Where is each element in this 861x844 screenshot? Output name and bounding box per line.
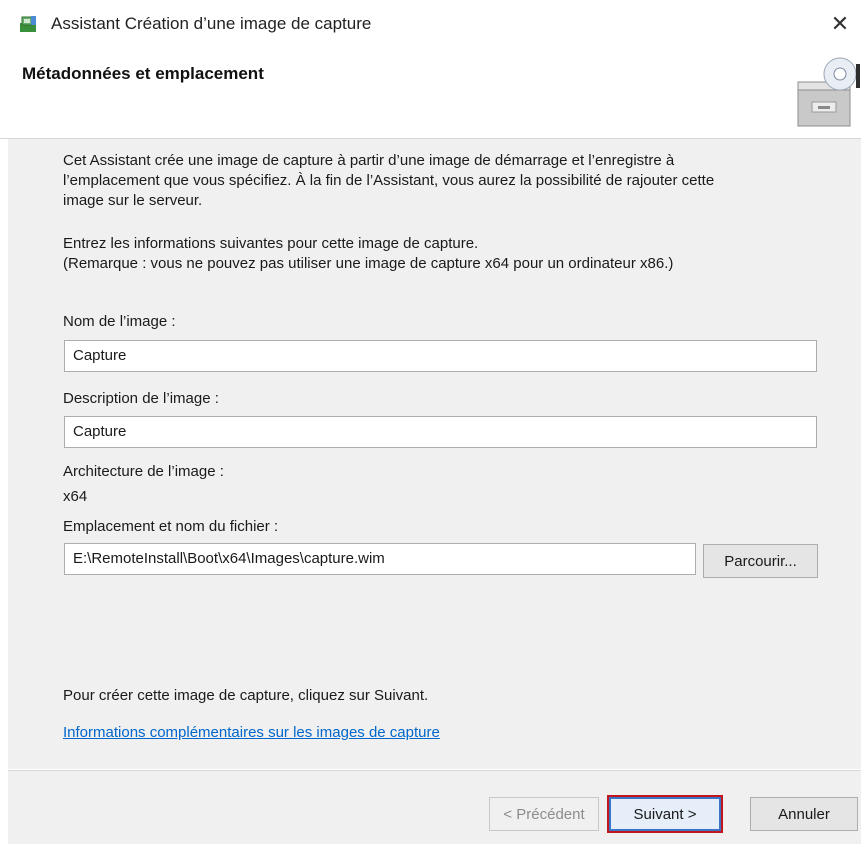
- previous-button[interactable]: < Précédent: [489, 797, 599, 831]
- window-title: Assistant Création d’une image de captur…: [51, 14, 372, 33]
- image-name-label: Nom de l’image :: [63, 313, 176, 330]
- wizard-footer: < Précédent Suivant > Annuler: [8, 770, 861, 844]
- close-icon[interactable]: ✕: [825, 10, 855, 38]
- next-button[interactable]: Suivant >: [607, 795, 723, 833]
- intro-line: l’emplacement que vous spécifiez. À la f…: [63, 172, 715, 189]
- image-name-input[interactable]: Capture: [64, 340, 817, 372]
- browse-button[interactable]: Parcourir...: [703, 544, 818, 578]
- intro-text: Cet Assistant crée une image de capture …: [63, 151, 714, 211]
- wds-app-icon: [18, 14, 38, 34]
- intro-line: image sur le serveur.: [63, 192, 203, 209]
- instructions-line: (Remarque : vous ne pouvez pas utiliser …: [63, 255, 674, 272]
- wizard-content: Cet Assistant crée une image de capture …: [8, 139, 861, 769]
- file-location-input[interactable]: E:\RemoteInstall\Boot\x64\Images\capture…: [64, 543, 696, 575]
- more-info-link[interactable]: Informations complémentaires sur les ima…: [63, 724, 440, 741]
- image-description-label: Description de l’image :: [63, 390, 219, 407]
- wizard-window: Assistant Création d’une image de captur…: [0, 0, 861, 844]
- title-bar: Assistant Création d’une image de captur…: [0, 0, 861, 48]
- image-description-input[interactable]: Capture: [64, 416, 817, 448]
- instructions-text: Entrez les informations suivantes pour c…: [63, 234, 673, 274]
- wizard-header: Métadonnées et emplacement: [0, 48, 861, 139]
- cancel-button[interactable]: Annuler: [750, 797, 858, 831]
- file-location-label: Emplacement et nom du fichier :: [63, 518, 279, 535]
- drive-cabinet-icon: [788, 52, 860, 132]
- architecture-label: Architecture de l’image :: [63, 463, 224, 480]
- page-title: Métadonnées et emplacement: [22, 64, 264, 83]
- architecture-value: x64: [63, 488, 88, 505]
- instructions-line: Entrez les informations suivantes pour c…: [63, 235, 479, 252]
- intro-line: Cet Assistant crée une image de capture …: [63, 152, 675, 169]
- next-hint-text: Pour créer cette image de capture, cliqu…: [63, 687, 429, 704]
